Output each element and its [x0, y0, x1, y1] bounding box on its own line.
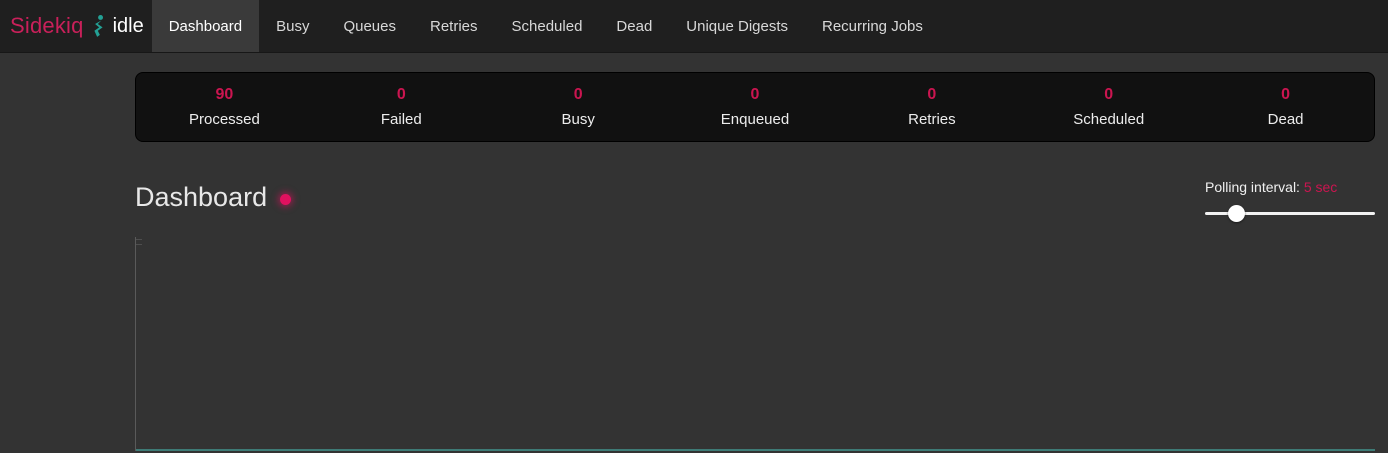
navbar: Sidekiq idle Dashboard Busy Queues Retri… — [0, 0, 1388, 53]
y-axis-tick — [136, 244, 142, 245]
title-wrap: Dashboard — [135, 177, 291, 213]
stat-retries: 0 Retries — [843, 86, 1020, 128]
stat-failed-value: 0 — [397, 86, 406, 104]
stat-enqueued-value: 0 — [751, 86, 760, 104]
stats-summary-bar: 90 Processed 0 Failed 0 Busy 0 Enqueued … — [135, 72, 1375, 142]
stat-busy-label: Busy — [561, 111, 594, 128]
polling-interval-label: Polling interval: — [1205, 179, 1300, 195]
brand-logo[interactable]: Sidekiq idle — [0, 0, 152, 52]
polling-interval-control: Polling interval: 5 sec — [1205, 177, 1375, 222]
stat-dead: 0 Dead — [1197, 86, 1374, 128]
nav-item-retries[interactable]: Retries — [413, 0, 495, 52]
stat-retries-label: Retries — [908, 111, 956, 128]
stat-scheduled-label: Scheduled — [1073, 111, 1144, 128]
live-beacon-icon — [280, 194, 291, 205]
stat-scheduled: 0 Scheduled — [1020, 86, 1197, 128]
stat-processed-value: 90 — [216, 86, 234, 104]
y-axis-tick — [136, 239, 142, 240]
slider-thumb[interactable] — [1228, 205, 1245, 222]
polling-interval-slider[interactable] — [1205, 205, 1375, 222]
sidekiq-ninja-icon — [91, 14, 106, 38]
nav-item-dashboard[interactable]: Dashboard — [152, 0, 259, 52]
main-content: 90 Processed 0 Failed 0 Busy 0 Enqueued … — [135, 72, 1375, 451]
stat-failed: 0 Failed — [313, 86, 490, 128]
polling-interval-value: 5 sec — [1304, 179, 1337, 195]
realtime-jobs-chart — [135, 237, 1375, 451]
nav-item-recurring-jobs[interactable]: Recurring Jobs — [805, 0, 940, 52]
stat-processed: 90 Processed — [136, 86, 313, 128]
nav-item-scheduled[interactable]: Scheduled — [495, 0, 600, 52]
stat-busy-value: 0 — [574, 86, 583, 104]
nav-item-busy[interactable]: Busy — [259, 0, 326, 52]
stat-enqueued: 0 Enqueued — [667, 86, 844, 128]
stat-busy: 0 Busy — [490, 86, 667, 128]
chart-zero-line — [136, 449, 1375, 451]
polling-interval-text: Polling interval: 5 sec — [1205, 179, 1375, 195]
stat-scheduled-value: 0 — [1104, 86, 1113, 104]
stat-retries-value: 0 — [927, 86, 936, 104]
page-title: Dashboard — [135, 182, 267, 213]
nav-item-unique-digests[interactable]: Unique Digests — [669, 0, 805, 52]
stat-dead-value: 0 — [1281, 86, 1290, 104]
nav-menu: Dashboard Busy Queues Retries Scheduled … — [152, 0, 940, 52]
nav-item-dead[interactable]: Dead — [599, 0, 669, 52]
stat-dead-label: Dead — [1268, 111, 1304, 128]
stat-failed-label: Failed — [381, 111, 422, 128]
stat-enqueued-label: Enqueued — [721, 111, 789, 128]
dashboard-header-row: Dashboard Polling interval: 5 sec — [135, 177, 1375, 224]
stat-processed-label: Processed — [189, 111, 260, 128]
nav-item-queues[interactable]: Queues — [326, 0, 413, 52]
brand-name: Sidekiq — [10, 13, 84, 39]
process-status: idle — [113, 15, 144, 38]
